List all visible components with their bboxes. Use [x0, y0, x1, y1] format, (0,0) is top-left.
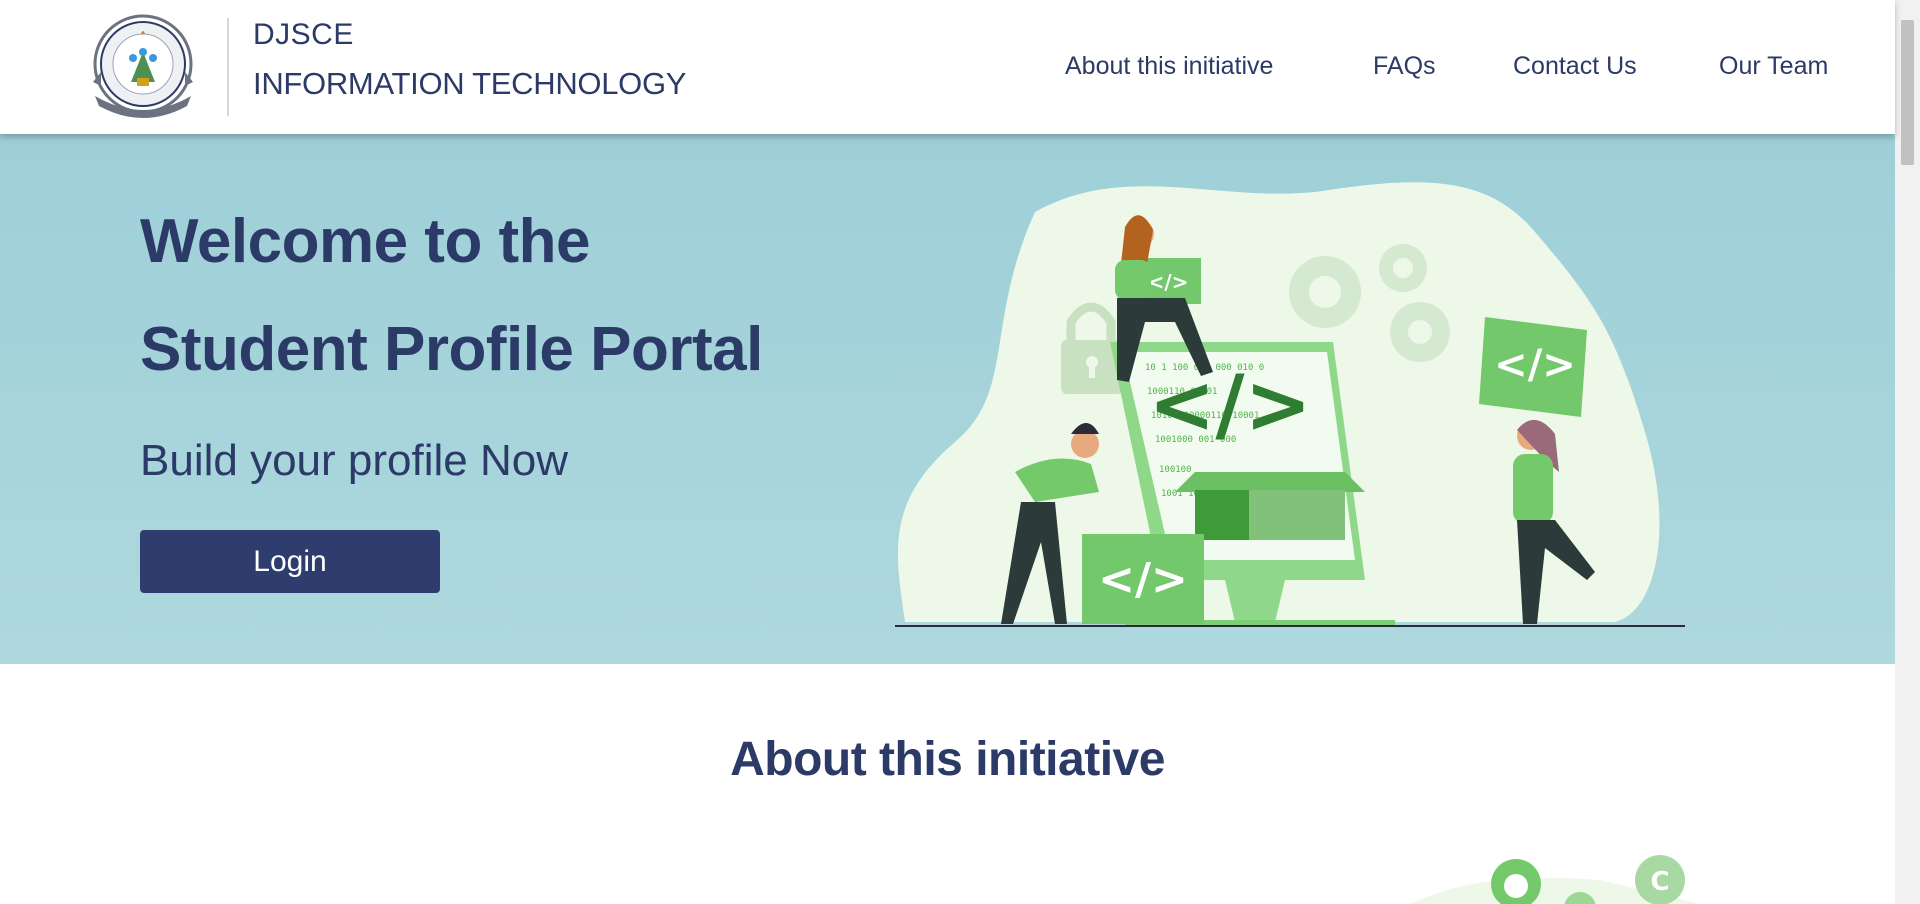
svg-text:</>: </> [1148, 270, 1189, 294]
nav-contact[interactable]: Contact Us [1513, 52, 1637, 81]
nav-about[interactable]: About this initiative [1065, 52, 1273, 81]
site-header: DJSCE INFORMATION TECHNOLOGY About this … [0, 0, 1895, 134]
nav-our-team[interactable]: Our Team [1719, 52, 1828, 81]
developers-coding-illustration: 10 1 100 000 000 010 0 1000110 01 01 101… [895, 182, 1685, 627]
header-divider [227, 18, 229, 116]
page-scrollbar[interactable] [1895, 0, 1920, 904]
hero-subtitle: Build your profile Now [140, 436, 568, 485]
brand-department[interactable]: INFORMATION TECHNOLOGY [253, 66, 686, 102]
hero-section: Welcome to the Student Profile Portal Bu… [0, 134, 1895, 664]
hero-title-line2: Student Profile Portal [140, 315, 763, 384]
scrollbar-thumb[interactable] [1901, 20, 1914, 165]
nav-faqs[interactable]: FAQs [1373, 52, 1436, 81]
college-crest-icon[interactable] [87, 12, 199, 120]
brand-name[interactable]: DJSCE [253, 18, 354, 52]
code-folder-icon: </> [1479, 317, 1587, 417]
svg-text:</>: </> [1494, 342, 1576, 388]
login-button[interactable]: Login [140, 530, 440, 593]
hero-title-line1: Welcome to the [140, 207, 591, 276]
svg-text:100100: 100100 [1159, 465, 1192, 475]
github-icon [1491, 859, 1541, 904]
svg-text:</>: </> [1098, 554, 1188, 605]
about-section-title: About this initiative [730, 733, 1165, 786]
about-illustration: C [1410, 855, 1700, 904]
c-language-icon: C [1635, 855, 1685, 904]
svg-text:</>: </> [1148, 358, 1311, 451]
code-folder-icon: </> [1082, 534, 1204, 624]
svg-text:C: C [1650, 867, 1669, 897]
